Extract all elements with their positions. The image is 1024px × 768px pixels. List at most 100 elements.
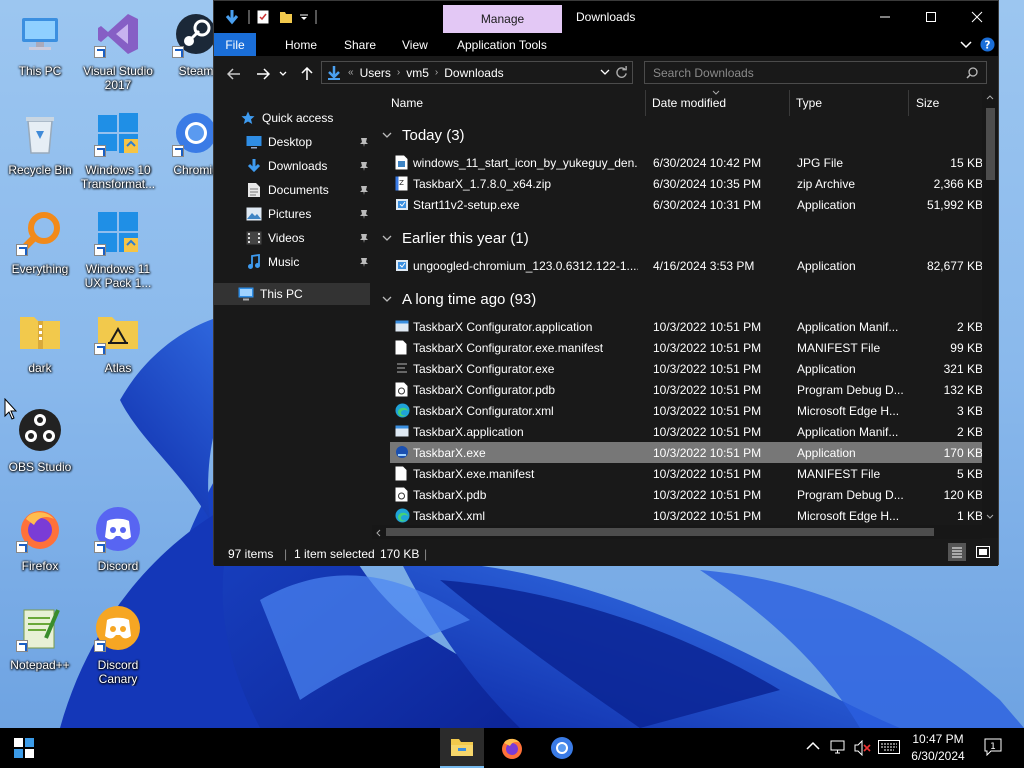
- details-view-icon[interactable]: [948, 543, 966, 561]
- scroll-up-arrow-icon[interactable]: [986, 94, 994, 100]
- minimize-button[interactable]: [862, 1, 908, 33]
- desktop-icon-recycle-bin[interactable]: Recycle Bin: [0, 103, 80, 195]
- sidebar-item-downloads[interactable]: Downloads: [246, 155, 372, 177]
- breadcrumb-users[interactable]: Users: [360, 66, 391, 80]
- help-icon[interactable]: ?: [979, 33, 995, 56]
- up-arrow-icon[interactable]: [297, 64, 317, 84]
- table-row[interactable]: TaskbarX Configurator.pdb 10/3/2022 10:51…: [390, 379, 982, 400]
- desktop-icon-everything[interactable]: Everything: [0, 202, 80, 294]
- tab-view[interactable]: View: [402, 33, 428, 56]
- table-row[interactable]: TaskbarX Configurator.exe.manifest 10/3/2…: [390, 337, 982, 358]
- sidebar-item-pictures[interactable]: Pictures: [246, 203, 372, 225]
- sidebar-item-desktop[interactable]: Desktop: [246, 131, 372, 153]
- sidebar-item-documents[interactable]: Documents: [246, 179, 372, 201]
- table-row[interactable]: TaskbarX.application 10/3/2022 10:51 PM Ap…: [390, 421, 982, 442]
- tab-file[interactable]: File: [214, 33, 256, 56]
- manage-contextual-tab[interactable]: Manage: [443, 5, 562, 33]
- tab-home[interactable]: Home: [285, 33, 317, 56]
- breadcrumb-downloads[interactable]: Downloads: [444, 66, 503, 80]
- start-button[interactable]: [2, 728, 46, 768]
- desktop-icon-firefox[interactable]: Firefox: [0, 499, 80, 591]
- tab-application-tools[interactable]: Application Tools: [457, 33, 547, 56]
- close-button[interactable]: [954, 1, 1000, 33]
- vertical-scrollbar-thumb[interactable]: [986, 108, 995, 180]
- customize-toolbar-icon[interactable]: [298, 8, 310, 26]
- desktop-icon-this-pc[interactable]: This PC: [0, 4, 80, 96]
- sidebar-item-music[interactable]: Music: [246, 251, 372, 273]
- desktop-icon-notepadpp[interactable]: Notepad++: [0, 598, 80, 690]
- horizontal-scrollbar[interactable]: [372, 525, 982, 539]
- notification-center-icon[interactable]: 1: [984, 738, 1002, 759]
- table-row[interactable]: TaskbarX.pdb 10/3/2022 10:51 PM Program De…: [390, 484, 982, 505]
- table-row[interactable]: TaskbarX Configurator.xml 10/3/2022 10:51…: [390, 400, 982, 421]
- breadcrumb-vm5[interactable]: vm5: [406, 66, 429, 80]
- pin-icon[interactable]: [358, 256, 370, 268]
- volume-muted-icon[interactable]: [854, 739, 872, 759]
- group-header[interactable]: Today (3): [372, 123, 465, 147]
- keyboard-icon[interactable]: [878, 740, 900, 757]
- maximize-button[interactable]: [908, 1, 954, 33]
- down-arrow-icon[interactable]: [224, 8, 240, 26]
- forward-arrow-icon[interactable]: [253, 64, 273, 84]
- sidebar-item-videos[interactable]: Videos: [246, 227, 372, 249]
- new-folder-icon[interactable]: [278, 8, 294, 26]
- desktop-icon-visual-studio[interactable]: Visual Studio 2017: [78, 4, 158, 96]
- table-row[interactable]: TaskbarX.exe.manifest 10/3/2022 10:51 PM M…: [390, 463, 982, 484]
- breadcrumb-separator-icon[interactable]: ›: [435, 67, 438, 78]
- desktop-icon-windows10-transformation[interactable]: Windows 10 Transformat...: [78, 103, 158, 195]
- collapse-chevron-icon[interactable]: [380, 235, 394, 242]
- taskbar-firefox[interactable]: [490, 728, 534, 768]
- nav-quick-access[interactable]: Quick access: [240, 107, 333, 129]
- column-header-size[interactable]: Size: [916, 96, 939, 110]
- desktop-icon-discord[interactable]: Discord: [78, 499, 158, 591]
- table-row[interactable]: Start11v2-setup.exe 6/30/2024 10:31 PM App…: [390, 194, 982, 215]
- table-row[interactable]: TaskbarX Configurator.exe 10/3/2022 10:51…: [390, 358, 982, 379]
- table-row-selected[interactable]: TaskbarX.exe 10/3/2022 10:51 PM Applicatio…: [390, 442, 982, 463]
- table-row[interactable]: ungoogled-chromium_123.0.6312.122-1.... 4…: [390, 255, 982, 276]
- collapse-chevron-icon[interactable]: [380, 132, 394, 139]
- scroll-down-arrow-icon[interactable]: [986, 514, 994, 520]
- column-header-date[interactable]: Date modified: [652, 96, 726, 110]
- pin-icon[interactable]: [358, 160, 370, 172]
- pin-icon[interactable]: [358, 208, 370, 220]
- large-icons-view-icon[interactable]: [974, 543, 992, 561]
- pin-icon[interactable]: [358, 136, 370, 148]
- group-header[interactable]: Earlier this year (1): [372, 226, 529, 250]
- sidebar-item-this-pc[interactable]: This PC: [214, 283, 370, 305]
- group-header[interactable]: A long time ago (93): [372, 287, 536, 311]
- taskbar-file-explorer[interactable]: [440, 728, 484, 768]
- table-row[interactable]: windows_11_start_icon_by_yukeguy_den... 6…: [390, 152, 982, 173]
- expand-ribbon-chevron-icon[interactable]: [959, 33, 973, 56]
- column-divider[interactable]: [908, 90, 909, 116]
- desktop-icon-dark[interactable]: dark: [0, 301, 80, 393]
- column-header-type[interactable]: Type: [796, 96, 822, 110]
- table-row[interactable]: TaskbarX.xml 10/3/2022 10:51 PM Microsoft …: [390, 505, 982, 526]
- pin-icon[interactable]: [358, 232, 370, 244]
- back-arrow-icon[interactable]: [224, 64, 244, 84]
- breadcrumb-overflow-icon[interactable]: «: [348, 67, 354, 78]
- refresh-icon[interactable]: [615, 66, 628, 79]
- column-header-name[interactable]: Name: [391, 96, 423, 110]
- pin-icon[interactable]: [358, 184, 370, 196]
- system-clock[interactable]: 10:47 PM 6/30/2024: [903, 731, 973, 765]
- desktop-icon-windows11-ux-pack[interactable]: Windows 11 UX Pack 1...: [78, 202, 158, 294]
- scroll-left-arrow-icon[interactable]: [375, 529, 381, 537]
- table-row[interactable]: Z TaskbarX_1.7.8.0_x64.zip 6/30/2024 10:35…: [390, 173, 982, 194]
- horizontal-scrollbar-thumb[interactable]: [386, 528, 934, 536]
- breadcrumb-separator-icon[interactable]: ›: [397, 67, 400, 78]
- desktop-icon-atlas[interactable]: Atlas: [78, 301, 158, 393]
- address-dropdown-chevron-icon[interactable]: [600, 69, 610, 76]
- column-divider[interactable]: [645, 90, 646, 116]
- search-input[interactable]: Search Downloads: [644, 61, 987, 84]
- recent-locations-chevron-icon[interactable]: [277, 64, 289, 84]
- network-icon[interactable]: [830, 740, 848, 759]
- table-row[interactable]: TaskbarX Configurator.application 10/3/20…: [390, 316, 982, 337]
- collapse-chevron-icon[interactable]: [380, 296, 394, 303]
- address-bar[interactable]: « Users › vm5 › Downloads: [321, 61, 633, 84]
- properties-icon[interactable]: [256, 8, 270, 26]
- vertical-scrollbar[interactable]: [982, 90, 998, 538]
- show-hidden-icons-chevron-icon[interactable]: [806, 740, 820, 754]
- tab-share[interactable]: Share: [344, 33, 376, 56]
- desktop-icon-discord-canary[interactable]: Discord Canary: [78, 598, 158, 690]
- column-divider[interactable]: [789, 90, 790, 116]
